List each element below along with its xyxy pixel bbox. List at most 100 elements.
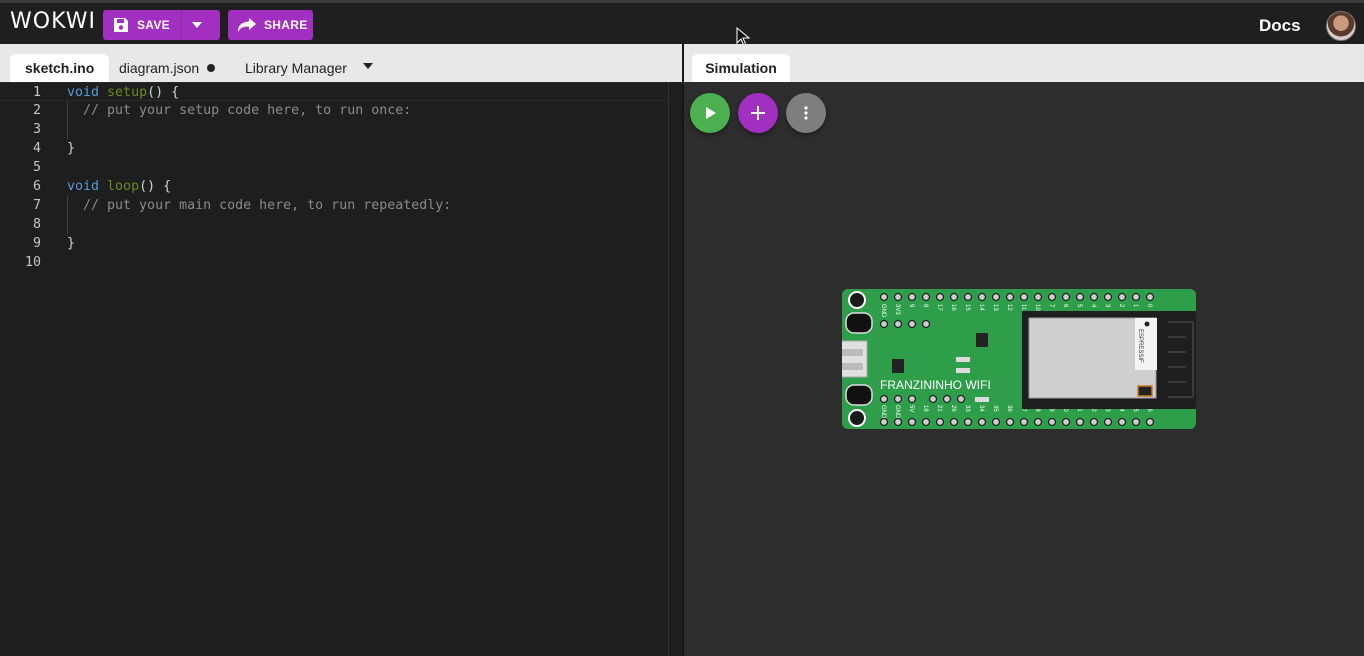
pin-label: 26	[950, 405, 956, 412]
docs-link[interactable]: Docs	[1259, 16, 1301, 36]
pin-0[interactable]	[1145, 292, 1155, 302]
pin-36[interactable]	[1005, 417, 1015, 427]
pin-9[interactable]	[907, 292, 917, 302]
tab-menu-chevron-icon[interactable]	[363, 63, 373, 69]
code-line[interactable]: 3	[0, 120, 668, 139]
line-content: void loop() {	[67, 177, 171, 196]
more-options-button[interactable]	[786, 93, 826, 133]
tab-label: sketch.ino	[25, 60, 95, 76]
wokwi-logo[interactable]: WOKWI	[10, 9, 96, 34]
pin-6[interactable]	[1061, 292, 1071, 302]
pin-42[interactable]	[1089, 417, 1099, 427]
pin-10[interactable]	[1033, 292, 1043, 302]
pin-label: 33	[964, 405, 970, 412]
pin-39[interactable]	[1047, 417, 1057, 427]
pin-18[interactable]	[921, 417, 931, 427]
line-number: 6	[32, 179, 41, 194]
pin-34[interactable]	[977, 417, 987, 427]
line-number: 2	[32, 103, 41, 118]
pin-GND[interactable]	[879, 292, 889, 302]
editor-pane: sketch.ino diagram.json Library Manager …	[0, 44, 682, 656]
code-line[interactable]: 5	[0, 158, 668, 177]
pin-35[interactable]	[991, 417, 1001, 427]
pin-label: GND	[880, 304, 886, 318]
pin-45[interactable]	[1131, 417, 1141, 427]
pin-5[interactable]	[1075, 292, 1085, 302]
code-line[interactable]: 7 // put your main code here, to run rep…	[0, 196, 668, 215]
line-content: void setup() {	[67, 83, 179, 102]
pin-44[interactable]	[1117, 417, 1127, 427]
module-led	[1137, 385, 1153, 397]
pin-3V3[interactable]	[893, 292, 903, 302]
pin-label: 16	[950, 304, 956, 311]
pin-21[interactable]	[935, 417, 945, 427]
code-editor[interactable]: 1 void setup() {2 // put your setup code …	[0, 82, 682, 656]
top-bar: WOKWI SAVE SHARE Docs	[0, 0, 1364, 44]
chevron-down-icon	[192, 22, 202, 28]
pin-11[interactable]	[1019, 292, 1029, 302]
code-line[interactable]: 1 void setup() {	[0, 82, 668, 101]
avatar[interactable]	[1326, 11, 1356, 41]
pin-41[interactable]	[1075, 417, 1085, 427]
pin-label: 10	[1034, 304, 1040, 311]
pin-8[interactable]	[921, 292, 931, 302]
code-line[interactable]: 2 // put your setup code here, to run on…	[0, 101, 668, 120]
pin-1[interactable]	[1131, 292, 1141, 302]
boot-button[interactable]	[845, 312, 873, 334]
pin-5V[interactable]	[907, 417, 917, 427]
save-options-button[interactable]	[181, 10, 220, 40]
reset-button[interactable]	[845, 384, 873, 406]
pin-label: 13	[992, 304, 998, 311]
tab-library-manager[interactable]: Library Manager	[245, 54, 347, 82]
franzininho-wifi-board[interactable]: GND 3V3 9 8 17 16 15 14 13 12 11 10 7 6 5 4 3 2 1 0 GND GND 5…	[842, 289, 1196, 429]
smd-component	[975, 397, 989, 402]
share-button[interactable]: SHARE	[228, 10, 313, 40]
line-number: 1	[32, 85, 41, 100]
more-vertical-icon	[804, 106, 808, 120]
pin-2[interactable]	[1117, 292, 1127, 302]
code-line[interactable]: 4}	[0, 139, 668, 158]
code-line[interactable]: 6 void loop() {	[0, 177, 668, 196]
usb-connector	[842, 340, 868, 378]
tab-diagram-json[interactable]: diagram.json	[119, 54, 216, 82]
code-token: // put your main code here, to run repea…	[83, 198, 452, 213]
regulator-chip	[892, 359, 904, 373]
start-simulation-button[interactable]	[690, 93, 730, 133]
code-line[interactable]: 8	[0, 215, 668, 234]
code-token: setup	[107, 85, 148, 100]
pin-43[interactable]	[1103, 417, 1113, 427]
pin-GND[interactable]	[893, 417, 903, 427]
pin-38[interactable]	[1033, 417, 1043, 427]
pin-GND[interactable]	[879, 417, 889, 427]
mounting-hole	[848, 291, 866, 309]
pin-12[interactable]	[1005, 292, 1015, 302]
pin-7[interactable]	[1047, 292, 1057, 302]
usb-connector-detail	[842, 349, 863, 356]
pin-3[interactable]	[1103, 292, 1113, 302]
tab-simulation[interactable]: Simulation	[692, 54, 790, 82]
pin-4[interactable]	[1089, 292, 1099, 302]
line-content: }	[67, 234, 75, 253]
pin-14[interactable]	[977, 292, 987, 302]
pin-15[interactable]	[963, 292, 973, 302]
play-icon	[706, 107, 716, 119]
pin-26[interactable]	[949, 417, 959, 427]
module-marker	[1144, 321, 1150, 327]
pin-33[interactable]	[963, 417, 973, 427]
code-line[interactable]: 10	[0, 253, 668, 272]
pin-40[interactable]	[1061, 417, 1071, 427]
add-part-button[interactable]	[738, 93, 778, 133]
pin-13[interactable]	[991, 292, 1001, 302]
pin-label: 14	[978, 304, 984, 311]
board-label: FRANZININHO WIFI	[880, 378, 991, 392]
pin-37[interactable]	[1019, 417, 1029, 427]
pin-17[interactable]	[935, 292, 945, 302]
tab-sketch-ino[interactable]: sketch.ino	[10, 54, 110, 82]
pin-16[interactable]	[949, 292, 959, 302]
save-button[interactable]: SAVE	[103, 10, 181, 40]
editor-scrollbar[interactable]	[668, 82, 669, 656]
code-line[interactable]: 9}	[0, 234, 668, 253]
pin-46[interactable]	[1145, 417, 1155, 427]
code-token: loop	[107, 179, 140, 194]
